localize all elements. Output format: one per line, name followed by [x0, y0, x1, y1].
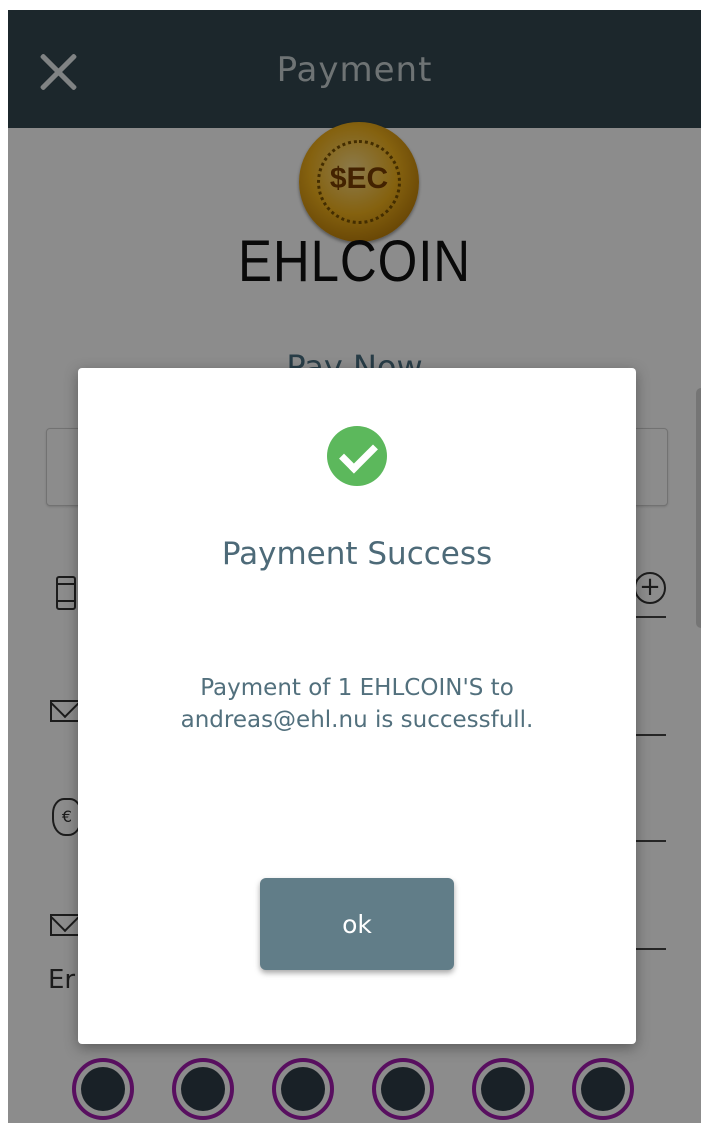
dialog-title: Payment Success — [221, 536, 493, 572]
dialog-message: Payment of 1 EHLCOIN'S to andreas@ehl.nu… — [118, 672, 596, 736]
dialog-message-line: andreas@ehl.nu is successfull. — [180, 707, 534, 733]
check-circle-icon — [327, 426, 387, 486]
dialog-message-line: Payment of 1 EHLCOIN'S to — [200, 675, 514, 701]
payment-success-dialog: Payment Success Payment of 1 EHLCOIN'S t… — [78, 368, 636, 1044]
payment-screen: Payment $EC EHLCOIN Pay Now + € Er Payme… — [8, 10, 701, 1123]
ok-button[interactable]: ok — [260, 878, 454, 970]
